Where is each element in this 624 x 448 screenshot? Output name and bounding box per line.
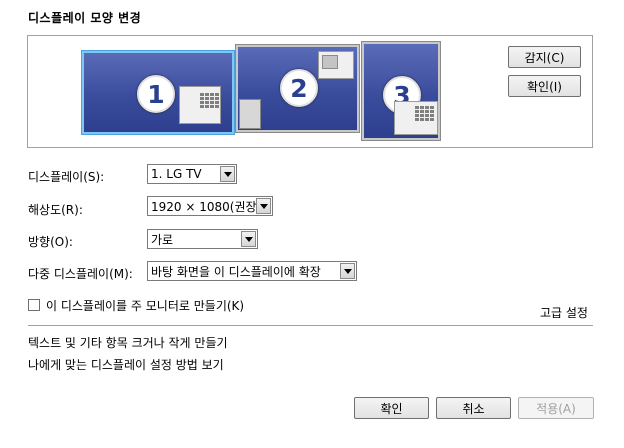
chevron-down-icon (256, 198, 271, 214)
chevron-down-icon (220, 166, 235, 182)
monitor-2[interactable]: 2 (235, 44, 360, 133)
page-title: 디스플레이 모양 변경 (28, 11, 142, 25)
divider (28, 325, 593, 326)
ok-button[interactable]: 확인 (354, 397, 429, 419)
detect-button[interactable]: 감지(C) (508, 46, 581, 68)
advanced-settings-link[interactable]: 고급 설정 (540, 304, 588, 321)
multiple-displays-label: 다중 디스플레이(M): (28, 267, 133, 281)
monitor-number-1: 1 (137, 75, 175, 113)
multiple-displays-select[interactable]: 바탕 화면을 이 디스플레이에 확장 (147, 261, 357, 281)
chevron-down-icon (340, 263, 355, 279)
text-size-link[interactable]: 텍스트 및 기타 항목 크거나 작게 만들기 (28, 334, 228, 351)
apply-button[interactable]: 적용(A) (518, 397, 594, 419)
resolution-label: 해상도(R): (28, 203, 83, 217)
display-help-link[interactable]: 나에게 맞는 디스플레이 설정 방법 보기 (28, 356, 224, 373)
chevron-down-icon (241, 231, 256, 247)
display-label: 디스플레이(S): (28, 170, 105, 184)
identify-button[interactable]: 확인(I) (508, 75, 581, 97)
monitor-1[interactable]: 1 (81, 50, 235, 135)
taskbar-thumbnail-icon (394, 101, 438, 135)
taskbar-thumbnail-icon (179, 86, 221, 124)
monitor-arrangement-area[interactable]: 1 2 3 감지(C) 확인(I) (27, 35, 593, 148)
monitor-3[interactable]: 3 (361, 41, 441, 141)
primary-monitor-label[interactable]: 이 디스플레이를 주 모니터로 만들기(K) (46, 297, 244, 314)
orientation-select[interactable]: 가로 (147, 229, 258, 249)
display-select[interactable]: 1. LG TV (147, 164, 237, 184)
primary-monitor-checkbox[interactable] (28, 299, 40, 311)
window-thumbnail-icon (318, 51, 354, 79)
orientation-label: 방향(O): (28, 235, 73, 249)
monitor-number-2: 2 (280, 69, 318, 107)
taskbar-strip-icon (239, 99, 261, 129)
cancel-button[interactable]: 취소 (436, 397, 511, 419)
resolution-select[interactable]: 1920 × 1080(권장) (147, 196, 273, 216)
